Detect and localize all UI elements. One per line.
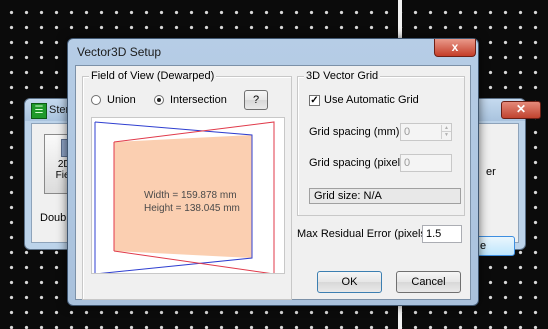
spin-down-icon[interactable]: ▼ (442, 132, 451, 139)
grid-spacing-px-field[interactable]: 0 (400, 154, 452, 172)
union-radio-label: Union (107, 94, 136, 106)
grid-spacing-mm-spinner[interactable]: ▲ ▼ (441, 125, 451, 139)
intersection-radio[interactable]: Intersection (154, 94, 244, 107)
vector3d-setup-dialog: Vector3D Setup x Field of View (Dewarped… (67, 38, 479, 306)
grid-spacing-px-value: 0 (404, 157, 411, 169)
dialog-client-area: Field of View (Dewarped) Union Intersect… (75, 65, 471, 300)
cancel-button[interactable]: Cancel (396, 271, 461, 293)
help-button[interactable]: ? (244, 90, 268, 110)
fov-width-text: Width = 159.878 mm (144, 190, 237, 201)
max-residual-field[interactable]: 1.5 (422, 225, 462, 243)
spin-up-icon[interactable]: ▲ (442, 125, 451, 132)
auto-grid-checkbox[interactable]: ✓ (309, 95, 320, 106)
grid-groupbox: 3D Vector Grid ✓ Use Automatic Grid Grid… (297, 70, 465, 216)
stereo-button[interactable]: e (473, 236, 515, 256)
grid-spacing-mm-field[interactable]: 0 ▲ ▼ (400, 123, 452, 141)
grid-spacing-mm-label: Grid spacing (mm) (309, 126, 400, 138)
fov-groupbox: Field of View (Dewarped) Union Intersect… (82, 70, 292, 300)
max-residual-label: Max Residual Error (pixels) (297, 228, 430, 240)
grid-size-display: Grid size: N/A (309, 188, 461, 204)
ok-button[interactable]: OK (317, 271, 382, 293)
union-radio-circle[interactable] (91, 95, 101, 105)
fov-height-text: Height = 138.045 mm (144, 203, 240, 214)
fov-canvas: Width = 159.878 mm Height = 138.045 mm (91, 117, 285, 275)
grid-spacing-px-label: Grid spacing (pixels) (309, 157, 410, 169)
intersection-radio-circle[interactable] (154, 95, 164, 105)
stereo-right-label: er (486, 166, 496, 178)
auto-grid-label: Use Automatic Grid (324, 94, 419, 106)
stereo-app-icon: ☰ (31, 103, 47, 119)
intersection-radio-label: Intersection (170, 94, 227, 106)
union-radio[interactable]: Union (91, 94, 151, 107)
stereo-close-button[interactable]: ✕ (501, 101, 541, 119)
max-residual-value: 1.5 (426, 228, 442, 240)
fov-group-label: Field of View (Dewarped) (89, 70, 217, 82)
fov-diagram: Width = 159.878 mm Height = 138.045 mm (94, 121, 275, 275)
dialog-close-button[interactable]: x (434, 39, 476, 57)
dialog-title: Vector3D Setup (77, 45, 162, 59)
grid-group-label: 3D Vector Grid (304, 70, 381, 82)
grid-spacing-mm-value: 0 (404, 126, 411, 138)
